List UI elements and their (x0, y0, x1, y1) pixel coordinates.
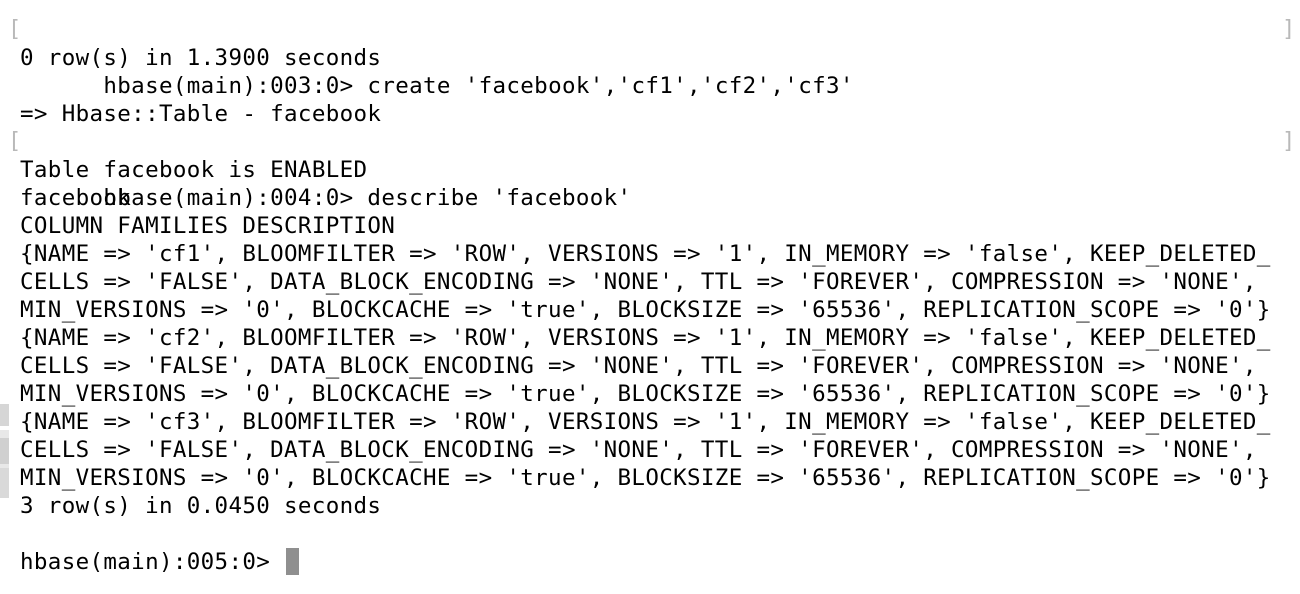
line-text: hbase(main):005:0> (20, 549, 285, 575)
line-text: facebook (20, 185, 132, 211)
terminal-line: {NAME => 'cf1', BLOOMFILTER => 'ROW', VE… (20, 240, 1290, 268)
line-text: 3 row(s) in 0.0450 seconds (20, 493, 382, 519)
line-text: 0 row(s) in 1.3900 seconds (20, 45, 382, 71)
background-window-fragment (0, 438, 9, 464)
line-mark-open: [ (8, 17, 22, 42)
terminal-line: CELLS => 'FALSE', DATA_BLOCK_ENCODING =>… (20, 268, 1290, 296)
text-cursor (286, 548, 299, 575)
background-window-fragment (0, 404, 9, 426)
line-text: CELLS => 'FALSE', DATA_BLOCK_ENCODING =>… (20, 353, 1257, 379)
background-window-fragment (0, 468, 9, 498)
terminal-line: MIN_VERSIONS => '0', BLOCKCACHE => 'true… (20, 380, 1290, 408)
terminal-line: MIN_VERSIONS => '0', BLOCKCACHE => 'true… (20, 464, 1290, 492)
line-mark-close: ] (1282, 129, 1296, 154)
terminal-line: COLUMN FAMILIES DESCRIPTION (20, 212, 1290, 240)
line-mark-close: ] (1282, 17, 1296, 42)
line-text: CELLS => 'FALSE', DATA_BLOCK_ENCODING =>… (20, 437, 1257, 463)
terminal-line-prompt-describe: [ hbase(main):004:0> describe 'facebook'… (8, 128, 1295, 211)
line-text: CELLS => 'FALSE', DATA_BLOCK_ENCODING =>… (20, 269, 1257, 295)
line-text: MIN_VERSIONS => '0', BLOCKCACHE => 'true… (20, 465, 1271, 491)
terminal-line: => Hbase::Table - facebook (20, 100, 1290, 128)
line-mark-open: [ (8, 129, 22, 154)
terminal-line: Table facebook is ENABLED (20, 156, 1290, 184)
line-text: MIN_VERSIONS => '0', BLOCKCACHE => 'true… (20, 297, 1271, 323)
line-text: MIN_VERSIONS => '0', BLOCKCACHE => 'true… (20, 381, 1271, 407)
terminal-window[interactable]: [ hbase(main):003:0> create 'facebook','… (0, 0, 1300, 594)
terminal-line: {NAME => 'cf2', BLOOMFILTER => 'ROW', VE… (20, 324, 1290, 352)
line-text: COLUMN FAMILIES DESCRIPTION (20, 213, 396, 239)
terminal-line: 0 row(s) in 1.3900 seconds (20, 44, 1290, 72)
terminal-line: facebook (20, 184, 1290, 212)
line-text: {NAME => 'cf1', BLOOMFILTER => 'ROW', VE… (20, 241, 1271, 267)
terminal-output: [ hbase(main):003:0> create 'facebook','… (8, 16, 1295, 576)
line-text: => Hbase::Table - facebook (20, 101, 382, 127)
terminal-line-prompt-create: [ hbase(main):003:0> create 'facebook','… (8, 16, 1295, 99)
background-window-edge (0, 0, 10, 594)
terminal-line: {NAME => 'cf3', BLOOMFILTER => 'ROW', VE… (20, 408, 1290, 436)
terminal-line: 3 row(s) in 0.0450 seconds (20, 492, 1290, 520)
terminal-line: CELLS => 'FALSE', DATA_BLOCK_ENCODING =>… (20, 352, 1290, 380)
line-text: Table facebook is ENABLED (20, 157, 368, 183)
terminal-line: CELLS => 'FALSE', DATA_BLOCK_ENCODING =>… (20, 436, 1290, 464)
line-text: {NAME => 'cf2', BLOOMFILTER => 'ROW', VE… (20, 325, 1271, 351)
terminal-line: MIN_VERSIONS => '0', BLOCKCACHE => 'true… (20, 296, 1290, 324)
terminal-line-current-prompt[interactable]: hbase(main):005:0> (20, 548, 1290, 576)
line-text: {NAME => 'cf3', BLOOMFILTER => 'ROW', VE… (20, 409, 1271, 435)
